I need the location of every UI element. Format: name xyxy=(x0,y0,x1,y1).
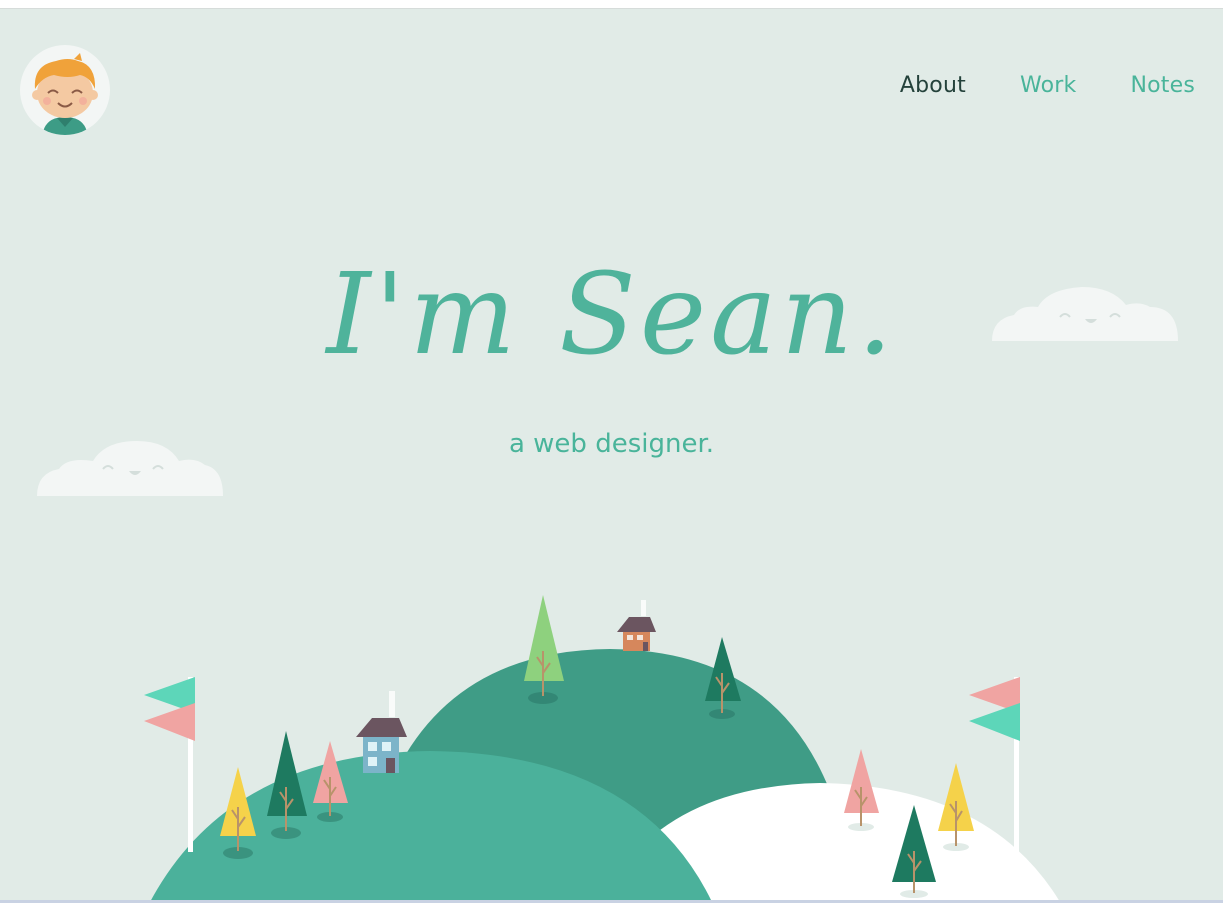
house-icon xyxy=(617,600,656,651)
page-frame: About Work Notes I'm Sean. a web designe… xyxy=(0,8,1223,902)
flag-icon xyxy=(144,677,195,852)
hills-scene xyxy=(144,595,1060,902)
